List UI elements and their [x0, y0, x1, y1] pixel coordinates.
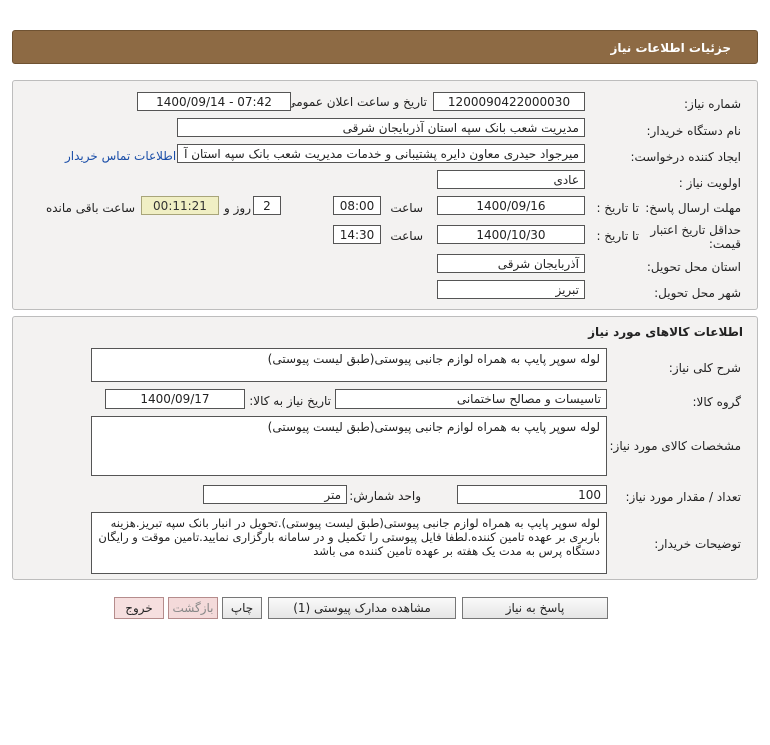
deadline-label: مهلت ارسال پاسخ:	[645, 201, 741, 215]
unit-field: متر	[203, 485, 347, 504]
buyer-org-field: مدیریت شعب بانک سپه استان آذربایجان شرقی	[177, 118, 585, 137]
notes-label: توضیحات خریدار:	[654, 537, 741, 551]
province-label: استان محل تحویل:	[646, 260, 741, 274]
need-info-panel: شماره نیاز: 1200090422000030 تاریخ و ساع…	[12, 80, 758, 310]
city-label: شهر محل تحویل:	[654, 286, 741, 300]
group-field: تاسیسات و مصالح ساختمانی	[335, 389, 607, 409]
province-field: آذربایجان شرقی	[437, 254, 585, 273]
priority-label: اولویت نیاز :	[678, 176, 741, 190]
validity-time-label: ساعت	[390, 229, 423, 243]
validity-label-line2: قیمت:	[708, 237, 741, 251]
priority-field: عادی	[437, 170, 585, 189]
view-attachments-button[interactable]: مشاهده مدارک پیوستی (1)	[268, 597, 456, 619]
print-button[interactable]: چاپ	[222, 597, 262, 619]
buyer-contact-link[interactable]: اطلاعات تماس خریدار	[65, 149, 176, 163]
unit-label: واحد شمارش:	[349, 489, 421, 503]
need-date-field: 1400/09/17	[105, 389, 245, 409]
validity-to-date-label: تا تاریخ :	[596, 229, 639, 243]
qty-label: تعداد / مقدار مورد نیاز:	[625, 490, 741, 504]
announce-field: 1400/09/14 - 07:42	[137, 92, 291, 111]
requester-label: ایجاد کننده درخواست:	[630, 150, 741, 164]
buyer-org-label: نام دستگاه خریدار:	[646, 124, 742, 138]
group-label: گروه کالا:	[692, 395, 742, 409]
days-remaining-field: 2	[253, 196, 281, 215]
summary-label: شرح کلی نیاز:	[668, 361, 741, 375]
exit-button[interactable]: خروج	[114, 597, 164, 619]
remaining-label: ساعت باقی مانده	[45, 201, 135, 215]
days-label: روز و	[224, 201, 251, 215]
summary-field: لوله سوپر پایپ به همراه لوازم جانبی پیوس…	[91, 348, 607, 382]
spec-label: مشخصات کالای مورد نیاز:	[609, 439, 741, 453]
validity-date-field: 1400/10/30	[437, 225, 585, 244]
announce-label: تاریخ و ساعت اعلان عمومی:	[282, 95, 427, 109]
page-title: جزئیات اطلاعات نیاز	[610, 41, 731, 55]
deadline-date-field: 1400/09/16	[437, 196, 585, 215]
remaining-time-field: 00:11:21	[141, 196, 219, 215]
goods-panel: اطلاعات کالاهای مورد نیاز شرح کلی نیاز: …	[12, 316, 758, 580]
deadline-time-label: ساعت	[390, 201, 423, 215]
goods-section-title: اطلاعات کالاهای مورد نیاز	[588, 325, 743, 339]
deadline-time-field: 08:00	[333, 196, 381, 215]
notes-field: لوله سوپر پایپ به همراه لوازم جانبی پیوس…	[91, 512, 607, 574]
validity-label-line1: حداقل تاریخ اعتبار	[650, 223, 741, 237]
qty-field: 100	[457, 485, 607, 504]
need-date-label: تاریخ نیاز به کالا:	[249, 394, 331, 408]
requester-field: میرجواد حیدری معاون دایره پشتیبانی و خدم…	[177, 144, 585, 163]
need-number-field: 1200090422000030	[433, 92, 585, 111]
validity-time-field: 14:30	[333, 225, 381, 244]
deadline-to-date-label: تا تاریخ :	[596, 201, 639, 215]
spec-field: لوله سوپر پایپ به همراه لوازم جانبی پیوس…	[91, 416, 607, 476]
reply-button[interactable]: پاسخ به نیاز	[462, 597, 608, 619]
need-number-label: شماره نیاز:	[684, 97, 741, 111]
page-header: جزئیات اطلاعات نیاز	[12, 30, 758, 64]
city-field: تبریز	[437, 280, 585, 299]
back-button[interactable]: بازگشت	[168, 597, 218, 619]
